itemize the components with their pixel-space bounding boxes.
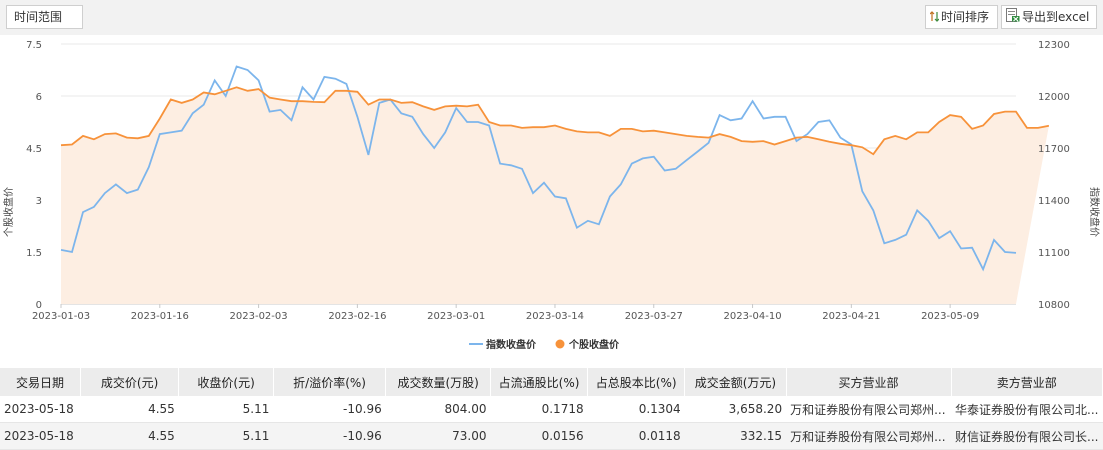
y-left-tick-label: 4.5 (26, 144, 42, 155)
legend-stock-swatch (555, 339, 565, 349)
x-tick-label: 2023-04-10 (723, 311, 781, 322)
x-tick-label: 2023-03-27 (625, 311, 683, 322)
y-left-tick-label: 1.5 (26, 248, 42, 259)
y-left-tick-label: 3 (36, 196, 42, 207)
header-volume: 成交数量(万股) (385, 368, 492, 396)
x-tick-label: 2023-03-14 (526, 311, 584, 322)
time-sort-label: 时间排序 (941, 10, 990, 24)
legend-stock-label: 个股收盘价 (568, 338, 620, 351)
y-right-tick-label: 12300 (1038, 40, 1070, 51)
x-tick-label: 2023-03-01 (427, 311, 485, 322)
y-left-tick-label: 0 (36, 300, 42, 311)
cell-volume: 804.00 (385, 396, 491, 423)
cell-total-ratio: 0.0118 (587, 422, 685, 450)
y-right-tick-label: 11700 (1038, 144, 1070, 155)
cell-deal-price: 4.55 (80, 422, 179, 450)
header-premium-rate: 折/溢价率(%) (273, 368, 387, 396)
header-seller: 卖方营业部 (951, 368, 1103, 396)
table-header-row: 交易日期 成交价(元) 收盘价(元) 折/溢价率(%) 成交数量(万股) 占流通… (0, 368, 1103, 396)
y-right-tick-label: 11400 (1038, 196, 1070, 207)
cell-total-ratio: 0.1304 (587, 396, 685, 423)
cell-buyer[interactable]: 万和证券股份有限公司郑州... (786, 396, 952, 423)
block-trade-table: 交易日期 成交价(元) 收盘价(元) 折/溢价率(%) 成交数量(万股) 占流通… (0, 368, 1103, 450)
y-right-tick-label: 10800 (1038, 300, 1070, 311)
header-total-ratio: 占总股本比(%) (587, 368, 686, 396)
cell-seller[interactable]: 华泰证券股份有限公司北... (951, 396, 1103, 423)
header-amount: 成交金额(万元) (684, 368, 787, 396)
legend-index-label: 指数收盘价 (486, 338, 537, 351)
export-excel-button[interactable]: 导出到excel (1001, 5, 1097, 29)
cell-premium-rate: -10.96 (273, 396, 386, 423)
cell-deal-price: 4.55 (80, 396, 179, 423)
sort-icon (929, 7, 940, 29)
excel-icon (1006, 7, 1020, 29)
cell-premium-rate: -10.96 (273, 422, 386, 450)
cell-seller[interactable]: 财信证券股份有限公司长... (951, 422, 1103, 450)
export-excel-label: 导出到excel (1022, 10, 1090, 24)
x-tick-label: 2023-01-03 (32, 311, 90, 322)
time-sort-button[interactable]: 时间排序 (925, 5, 998, 29)
y-left-axis-label: 个股收盘价 (2, 187, 15, 237)
table-row: 2023-05-18 4.55 5.11 -10.96 804.00 0.171… (0, 396, 1103, 423)
y-right-tick-label: 11100 (1038, 248, 1070, 259)
y-right-tick-label: 12000 (1038, 92, 1070, 103)
chart-legend: 指数收盘价 个股收盘价 (469, 338, 620, 351)
x-tick-label: 2023-02-16 (328, 311, 386, 322)
cell-trade-date: 2023-05-18 (0, 422, 81, 450)
toolbar: 时间范围 时间排序 导出到excel (0, 0, 1103, 35)
cell-trade-date: 2023-05-18 (0, 396, 81, 423)
header-trade-date: 交易日期 (0, 368, 81, 396)
header-deal-price: 成交价(元) (80, 368, 180, 396)
table-row: 2023-05-18 4.55 5.11 -10.96 73.00 0.0156… (0, 422, 1103, 450)
x-tick-label: 2023-02-03 (230, 311, 288, 322)
x-tick-label: 2023-04-21 (822, 311, 880, 322)
header-close-price: 收盘价(元) (178, 368, 274, 396)
header-float-ratio: 占流通股比(%) (490, 368, 589, 396)
cell-close-price: 5.11 (178, 422, 274, 450)
cell-float-ratio: 0.1718 (490, 396, 588, 423)
time-range-select[interactable]: 时间范围 (6, 5, 83, 29)
cell-volume: 73.00 (385, 422, 491, 450)
cell-amount: 3,658.20 (684, 396, 787, 423)
cell-buyer[interactable]: 万和证券股份有限公司郑州... (786, 422, 952, 450)
y-right-axis-label: 指数收盘价 (1088, 187, 1101, 237)
header-buyer: 买方营业部 (786, 368, 952, 396)
cell-amount: 332.15 (684, 422, 787, 450)
cell-close-price: 5.11 (178, 396, 274, 423)
x-tick-label: 2023-01-16 (131, 311, 189, 322)
y-left-tick-label: 7.5 (26, 40, 42, 51)
x-tick-label: 2023-05-09 (921, 311, 979, 322)
y-left-tick-label: 6 (36, 92, 42, 103)
cell-float-ratio: 0.0156 (490, 422, 588, 450)
price-chart: 7.5 12300 6 12000 4.5 11700 3 11400 1.5 11100 0 108… (2, 40, 1101, 351)
